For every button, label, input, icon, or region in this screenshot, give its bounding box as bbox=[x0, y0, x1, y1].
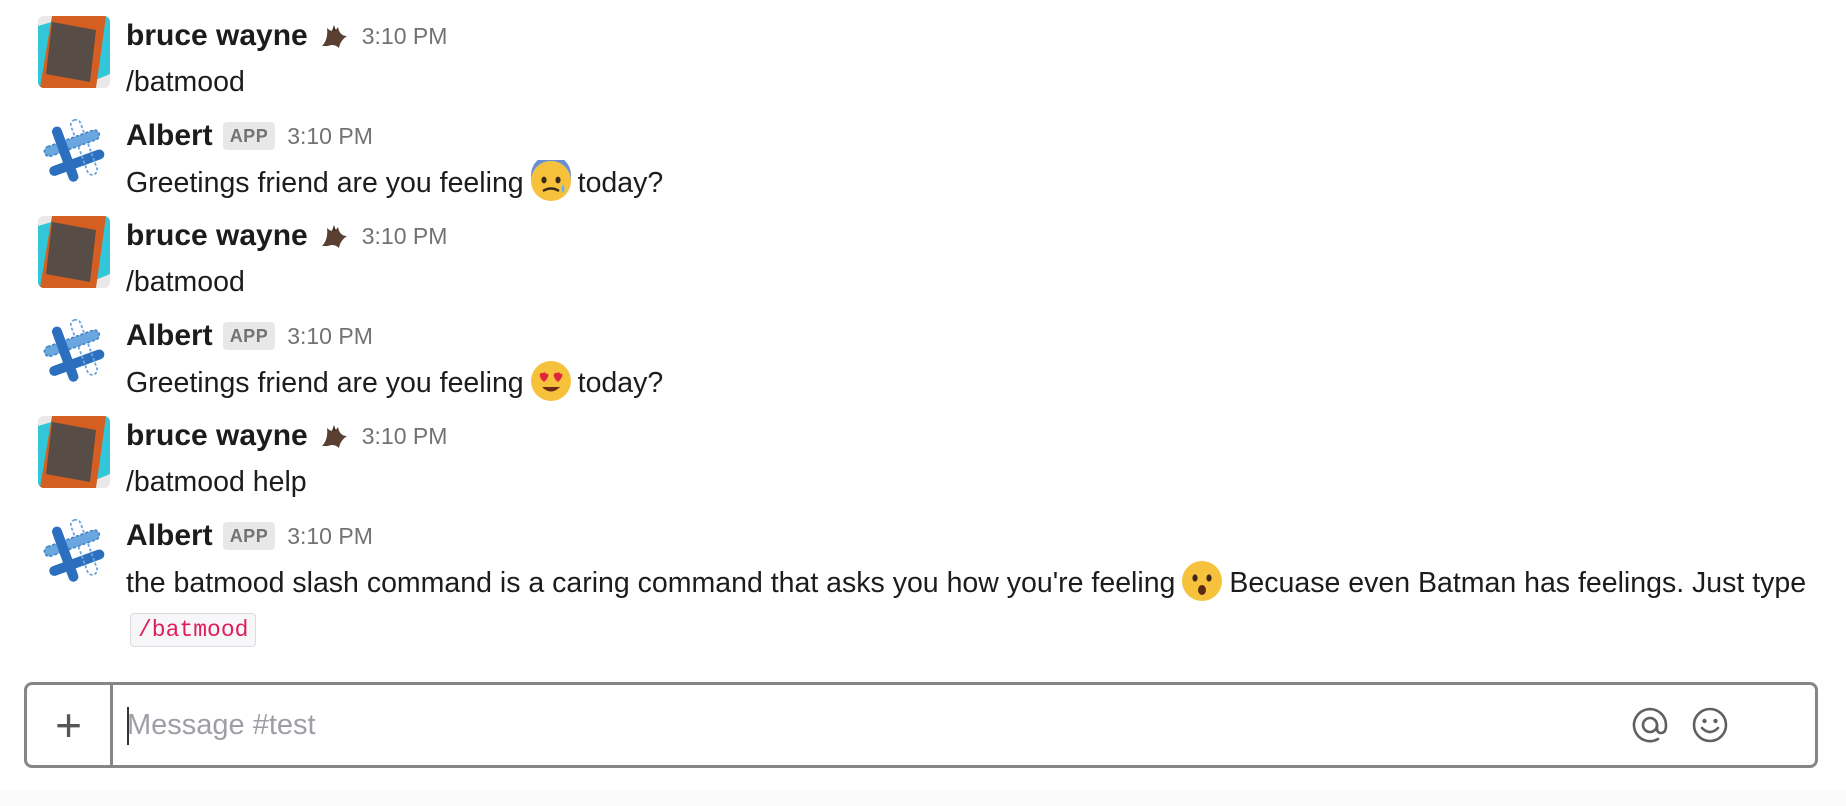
timestamp[interactable]: 3:10 PM bbox=[362, 23, 448, 50]
message: Albert APP 3:10 PM Greetings friend are … bbox=[0, 100, 1846, 190]
anxious-face-icon bbox=[530, 160, 572, 202]
timestamp[interactable]: 3:10 PM bbox=[287, 523, 373, 550]
message: bruce wayne 3:10 PM /batmood bbox=[0, 0, 1846, 98]
app-badge: APP bbox=[222, 522, 276, 550]
message-input-wrap bbox=[113, 685, 1815, 765]
sender-name[interactable]: Albert bbox=[126, 519, 213, 553]
sender-name[interactable]: bruce wayne bbox=[126, 219, 308, 253]
message-header: Albert APP 3:10 PM bbox=[126, 514, 373, 558]
message-text: the batmood slash command is a caring co… bbox=[126, 560, 1816, 652]
plus-icon[interactable]: + bbox=[27, 685, 113, 765]
footer-strip bbox=[0, 790, 1846, 806]
message-header: bruce wayne 3:10 PM bbox=[126, 14, 447, 58]
avatar[interactable] bbox=[38, 316, 110, 388]
hushed-face-icon bbox=[1181, 560, 1223, 602]
message-text: Greetings friend are you feeling today? bbox=[126, 160, 1816, 205]
timestamp[interactable]: 3:10 PM bbox=[362, 223, 448, 250]
sender-name[interactable]: Albert bbox=[126, 119, 213, 153]
message-header: Albert APP 3:10 PM bbox=[126, 314, 373, 358]
sender-name[interactable]: bruce wayne bbox=[126, 19, 308, 53]
message-input[interactable] bbox=[113, 695, 1627, 755]
avatar[interactable] bbox=[38, 216, 110, 288]
avatar[interactable] bbox=[38, 516, 110, 588]
bat-icon bbox=[318, 220, 350, 252]
message-text: /batmood bbox=[126, 260, 1816, 304]
sender-name[interactable]: Albert bbox=[126, 319, 213, 353]
avatar[interactable] bbox=[38, 416, 110, 488]
message-body: Greetings friend are you feeling bbox=[126, 167, 524, 199]
avatar[interactable] bbox=[38, 116, 110, 188]
app-badge: APP bbox=[222, 122, 276, 150]
message: bruce wayne 3:10 PM /batmood help bbox=[0, 400, 1846, 498]
message-body: /batmood help bbox=[126, 466, 307, 498]
timestamp[interactable]: 3:10 PM bbox=[287, 123, 373, 150]
message: Albert APP 3:10 PM Greetings friend are … bbox=[0, 300, 1846, 390]
smiley-icon[interactable] bbox=[1687, 702, 1733, 748]
message-composer: + bbox=[24, 682, 1818, 768]
heart-eyes-face-icon bbox=[530, 360, 572, 402]
message-body: Greetings friend are you feeling bbox=[126, 367, 524, 399]
app-badge: APP bbox=[222, 322, 276, 350]
at-sign-icon[interactable] bbox=[1627, 702, 1673, 748]
message-body: /batmood bbox=[126, 66, 245, 98]
message-body-after: today? bbox=[577, 167, 664, 199]
message-text: /batmood help bbox=[126, 460, 1816, 504]
message: Albert APP 3:10 PM the batmood slash com… bbox=[0, 500, 1846, 650]
bat-icon bbox=[318, 20, 350, 52]
message-header: bruce wayne 3:10 PM bbox=[126, 414, 447, 458]
message-header: Albert APP 3:10 PM bbox=[126, 114, 373, 158]
composer-tools bbox=[1627, 702, 1753, 748]
message-body-after: Becuase even Batman has feelings. Just t… bbox=[1229, 567, 1807, 599]
text-caret bbox=[127, 707, 129, 745]
message-body: the batmood slash command is a caring co… bbox=[126, 567, 1176, 599]
message-text: Greetings friend are you feeling today? bbox=[126, 360, 1816, 405]
avatar[interactable] bbox=[38, 16, 110, 88]
message: bruce wayne 3:10 PM /batmood bbox=[0, 200, 1846, 298]
bat-icon bbox=[318, 420, 350, 452]
sender-name[interactable]: bruce wayne bbox=[126, 419, 308, 453]
message-body: /batmood bbox=[126, 266, 245, 298]
message-text: /batmood bbox=[126, 60, 1816, 104]
timestamp[interactable]: 3:10 PM bbox=[287, 323, 373, 350]
inline-code: /batmood bbox=[130, 613, 257, 647]
message-header: bruce wayne 3:10 PM bbox=[126, 214, 447, 258]
message-body-after: today? bbox=[577, 367, 664, 399]
timestamp[interactable]: 3:10 PM bbox=[362, 423, 448, 450]
